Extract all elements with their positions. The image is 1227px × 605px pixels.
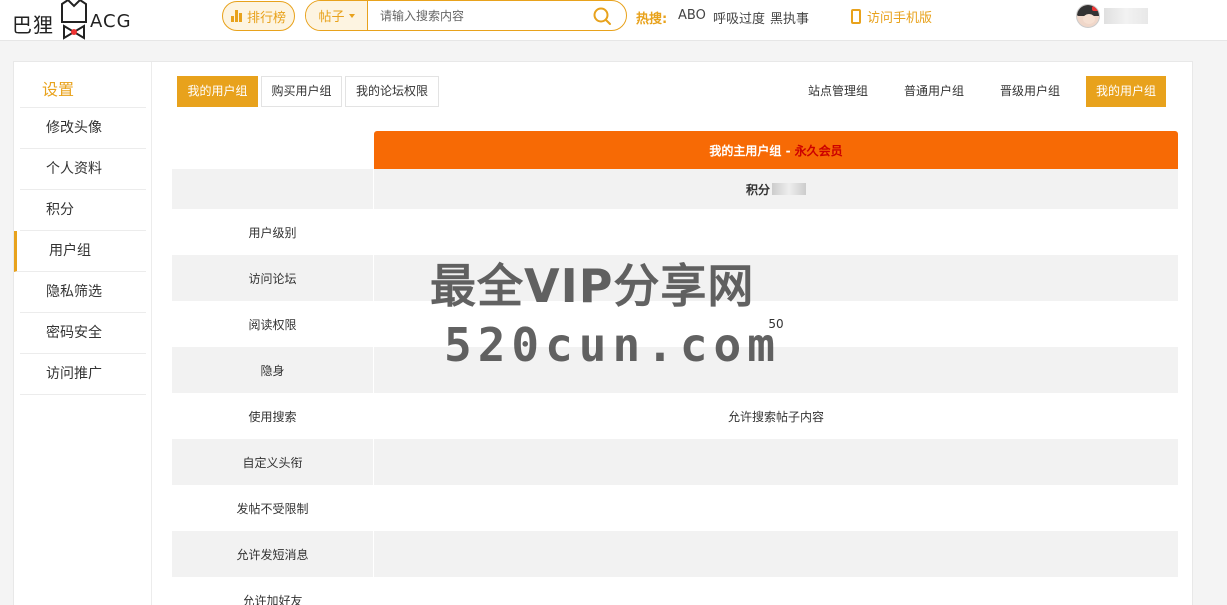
tab-normal-groups[interactable]: 普通用户组 bbox=[895, 76, 973, 107]
logo-text-left: 巴狸 bbox=[12, 13, 54, 37]
search-icon[interactable] bbox=[592, 6, 612, 26]
hot-search-item[interactable]: ABO bbox=[678, 8, 706, 23]
chevron-down-icon bbox=[348, 13, 355, 18]
row-value bbox=[374, 531, 1178, 577]
row-label: 允许加好友 bbox=[242, 593, 303, 605]
row-label: 允许发短消息 bbox=[236, 547, 309, 562]
mobile-version-label: 访问手机版 bbox=[867, 11, 933, 26]
watermark-line-1: 最全VIP分享网 bbox=[430, 259, 755, 313]
score-label: 积分 bbox=[745, 182, 770, 197]
row-value: 允许搜索帖子内容 bbox=[727, 409, 824, 424]
row-label: 用户级别 bbox=[248, 225, 297, 240]
row-label: 自定义头衔 bbox=[242, 455, 303, 470]
tab-my-groups[interactable]: 我的用户组 bbox=[1086, 76, 1166, 107]
search-bar: 帖子 bbox=[305, 0, 627, 31]
ranking-label: 排行榜 bbox=[246, 10, 286, 26]
username-redacted[interactable] bbox=[1104, 8, 1148, 24]
score-value-redacted bbox=[772, 183, 806, 195]
row-value bbox=[374, 209, 1178, 255]
sidebar-item-credits[interactable]: 积分 bbox=[20, 190, 146, 231]
row-label: 发帖不受限制 bbox=[236, 501, 309, 516]
usergroup-name: 永久会员 bbox=[794, 143, 843, 158]
hot-search-item[interactable]: 黑执事 bbox=[770, 8, 809, 27]
table-row: 发帖不受限制 bbox=[172, 485, 1178, 531]
phone-icon bbox=[851, 9, 861, 24]
logo-mascot-icon bbox=[61, 0, 87, 40]
sidebar-item-promotion[interactable]: 访问推广 bbox=[20, 354, 146, 395]
logo-text-right: ACG bbox=[90, 11, 132, 32]
sidebar-item-usergroup[interactable]: 用户组 bbox=[14, 231, 146, 272]
row-label: 访问论坛 bbox=[248, 271, 297, 286]
table-row: 允许加好友 bbox=[172, 577, 1178, 605]
search-input[interactable] bbox=[380, 1, 580, 30]
sidebar-item-avatar[interactable]: 修改头像 bbox=[20, 108, 146, 149]
table-row: 自定义头衔 bbox=[172, 439, 1178, 485]
hot-search-item[interactable]: 呼吸过度 bbox=[713, 8, 765, 27]
hot-search-label: 热搜: bbox=[636, 12, 668, 27]
score-row: 积分 bbox=[172, 169, 1178, 209]
row-label: 使用搜索 bbox=[248, 409, 297, 424]
sidebar-menu: 修改头像 个人资料 积分 用户组 隐私筛选 密码安全 访问推广 bbox=[14, 107, 146, 395]
avatar[interactable] bbox=[1076, 4, 1100, 28]
search-type-select[interactable]: 帖子 bbox=[306, 1, 368, 30]
bar-chart-icon bbox=[230, 10, 243, 22]
settings-sidebar: 设置 修改头像 个人资料 积分 用户组 隐私筛选 密码安全 访问推广 bbox=[14, 62, 152, 605]
sidebar-item-password[interactable]: 密码安全 bbox=[20, 313, 146, 354]
site-logo[interactable]: 巴狸 ACG bbox=[12, 0, 137, 41]
tab-buy-usergroup[interactable]: 购买用户组 bbox=[261, 76, 342, 107]
mobile-version-link[interactable]: 访问手机版 bbox=[851, 7, 932, 26]
row-label: 隐身 bbox=[260, 363, 285, 378]
watermark-line-2: 520cun.com bbox=[444, 318, 781, 372]
tab-upgrade-groups[interactable]: 晋级用户组 bbox=[991, 76, 1069, 107]
search-type-label: 帖子 bbox=[318, 10, 345, 25]
sidebar-title: 设置 bbox=[42, 80, 75, 99]
row-value bbox=[374, 439, 1178, 485]
row-label: 阅读权限 bbox=[248, 317, 297, 332]
sidebar-item-profile[interactable]: 个人资料 bbox=[20, 149, 146, 190]
sidebar-item-privacy[interactable]: 隐私筛选 bbox=[20, 272, 146, 313]
table-row: 允许发短消息 bbox=[172, 531, 1178, 577]
top-navbar: 巴狸 ACG 排行榜 帖子 热搜: ABO 呼吸过度 黑执事 访问手机版 bbox=[0, 0, 1227, 41]
usergroup-header: 我的主用户组 - 永久会员 bbox=[374, 131, 1178, 169]
table-row: 用户级别 bbox=[172, 209, 1178, 255]
tab-admin-groups[interactable]: 站点管理组 bbox=[799, 76, 877, 107]
table-row: 使用搜索 允许搜索帖子内容 bbox=[172, 393, 1178, 439]
row-value bbox=[374, 577, 1178, 605]
ranking-button[interactable]: 排行榜 bbox=[222, 1, 295, 31]
usergroup-header-label: 我的主用户组 - bbox=[709, 143, 791, 158]
tab-my-usergroup[interactable]: 我的用户组 bbox=[177, 76, 258, 107]
tab-forum-permissions[interactable]: 我的论坛权限 bbox=[345, 76, 439, 107]
row-value bbox=[374, 485, 1178, 531]
